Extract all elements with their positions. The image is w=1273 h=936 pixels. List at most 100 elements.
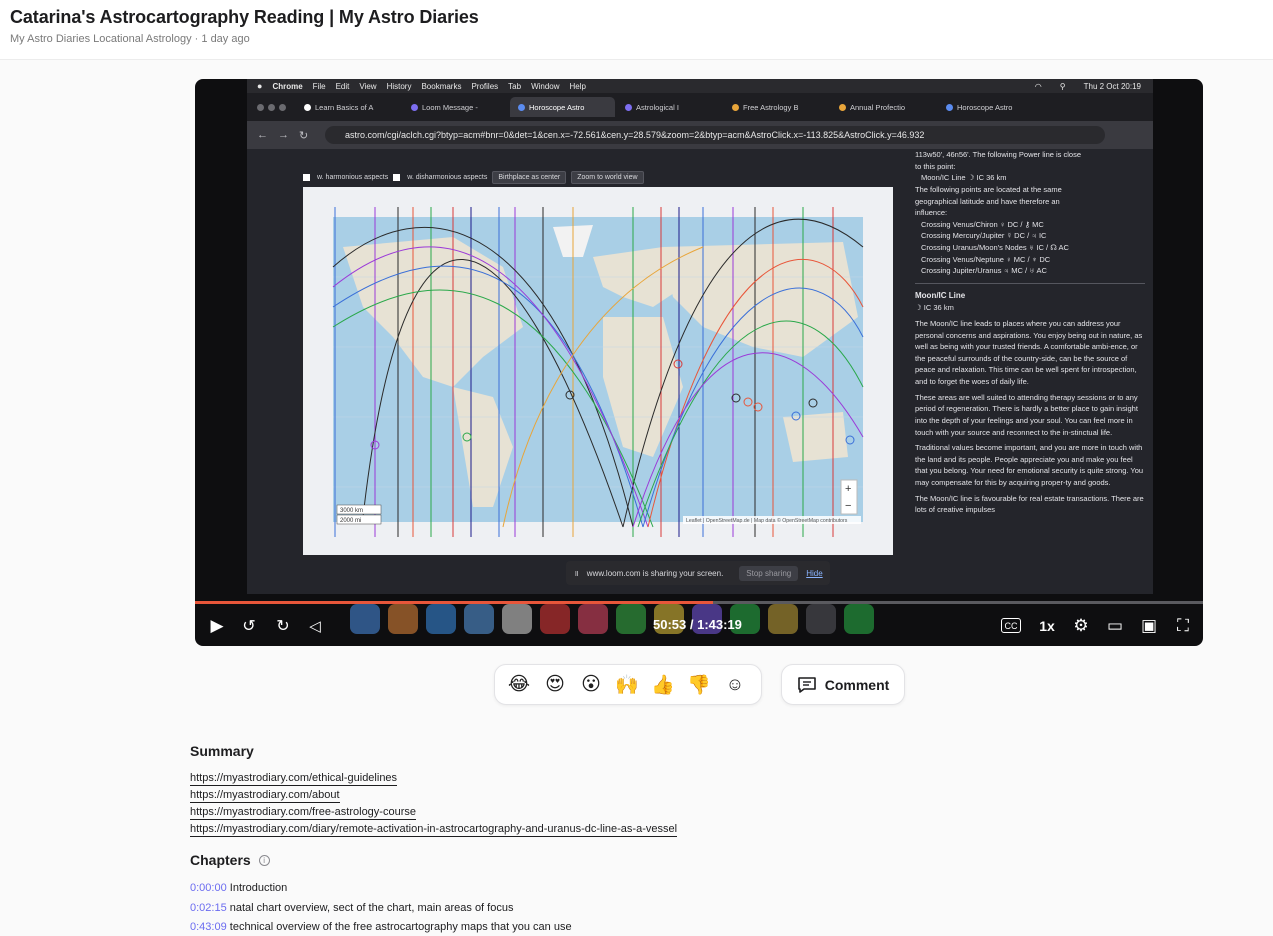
info-icon[interactable]: i — [258, 854, 270, 866]
summary-link[interactable]: https://myastrodiary.com/about — [190, 788, 340, 803]
summary-link[interactable]: https://myastrodiary.com/diary/remote-ac… — [190, 822, 678, 837]
map-scale-km: 3000 km — [340, 508, 363, 514]
browser-tab-strip: Learn Basics of A Loom Message - Horosco… — [247, 93, 1153, 121]
menu-profiles: Profiles — [471, 81, 499, 91]
add-reaction-icon[interactable]: ☺ — [723, 674, 747, 695]
birthplace-center-button: Birthplace as center — [492, 171, 567, 184]
screen-share-bar: ॥ www.loom.com is sharing your screen. S… — [566, 561, 830, 585]
browser-tab: Loom Message - — [403, 97, 508, 117]
settings-icon[interactable]: ⚙ — [1069, 614, 1093, 638]
fullscreen-icon[interactable]: ⛶ — [1171, 614, 1195, 638]
svg-text:−: − — [845, 500, 851, 512]
captions-icon[interactable]: CC — [1001, 618, 1021, 633]
comment-icon — [797, 676, 816, 693]
menubar-status: ◠ ⚲ Thu 2 Oct 20:19 — [1025, 82, 1141, 91]
menu-chrome: Chrome — [272, 81, 303, 91]
crossing-item: Crossing Mercury/Jupiter ☿ DC / ♃ IC — [921, 231, 1047, 241]
panel-paragraph: The Moon/IC line is favourable for real … — [915, 493, 1144, 515]
map-attribution: Leaflet | OpenStreetMap.de | Map data © … — [686, 517, 848, 524]
theater-mode-icon[interactable]: ▭ — [1103, 614, 1127, 638]
chapter-item: 0:43:09 technical overview of the free a… — [190, 918, 572, 936]
picture-in-picture-icon[interactable]: ▣ — [1137, 614, 1161, 638]
crossing-item: Crossing Uranus/Moon's Nodes ♅ IC / ☊ AC — [921, 243, 1069, 252]
player-controls: ▶ ↺ ↻ ◁ 50:53 / 1:43:19 CC 1x ⚙ ▭ ▣ ⛶ — [195, 607, 1203, 646]
disharmonious-label: w. disharmonious aspects — [407, 174, 488, 181]
comment-label: Comment — [824, 676, 890, 693]
menu-edit: Edit — [335, 81, 350, 91]
menu-tab: Tab — [508, 81, 522, 91]
menu-window: Window — [531, 81, 560, 91]
play-icon[interactable]: ▶ — [205, 614, 229, 638]
reaction-thumbs-down[interactable]: 👎 — [687, 673, 711, 697]
volume-icon[interactable]: ◁ — [303, 614, 327, 638]
progress-fill — [195, 601, 714, 604]
harmonious-checkbox — [303, 174, 310, 181]
map-scale-mi: 2000 mi — [340, 518, 361, 524]
stop-sharing-button: Stop sharing — [739, 565, 799, 581]
url-text: astro.com/cgi/aclch.cgi?btyp=acm#bnr=0&d… — [325, 126, 1105, 144]
mac-menubar: ● Chrome File Edit View History Bookmark… — [247, 79, 1153, 93]
summary-link[interactable]: https://myastrodiary.com/ethical-guideli… — [190, 771, 398, 786]
crossing-item: Crossing Jupiter/Uranus ♃ MC / ♅ AC — [921, 266, 1047, 276]
reaction-thumbs-up[interactable]: 👍 — [651, 673, 675, 697]
chapters-list: 0:00:00 Introduction 0:02:15 natal chart… — [190, 879, 572, 936]
chapter-timestamp[interactable]: 0:00:00 — [190, 882, 227, 894]
browser-tab: Free Astrology B — [724, 97, 829, 117]
menu-help: Help — [569, 81, 586, 91]
apple-icon: ● — [257, 81, 263, 91]
progress-bar[interactable] — [195, 601, 1203, 604]
reload-icon: ↻ — [299, 129, 309, 142]
window-controls — [257, 103, 286, 111]
reaction-celebrate[interactable]: 🙌 — [615, 673, 639, 697]
chapter-item: 0:02:15 natal chart overview, sect of th… — [190, 899, 572, 919]
browser-tab: Horoscope Astro — [938, 97, 1043, 117]
chapters-heading-label: Chapters — [190, 852, 251, 868]
crossing-item: Crossing Venus/Chiron ♀ DC / ⚷ MC — [921, 219, 1044, 229]
video-title: Catarina's Astrocartography Reading | My… — [10, 7, 479, 27]
menu-file: File — [312, 81, 326, 91]
rewind-5-icon[interactable]: ↺ — [237, 614, 261, 638]
summary-link[interactable]: https://myastrodiary.com/free-astrology-… — [190, 805, 416, 820]
panel-paragraph: The Moon/IC line leads to places where y… — [915, 318, 1143, 387]
browser-tab: Learn Basics of A — [296, 97, 401, 117]
forward-icon: → — [278, 129, 289, 141]
video-player[interactable]: ● Chrome File Edit View History Bookmark… — [195, 79, 1203, 646]
panel-intro-line: The following points are located at the … — [915, 184, 1062, 194]
summary-links: https://myastrodiary.com/ethical-guideli… — [190, 770, 678, 838]
browser-tab: Annual Profectio — [831, 97, 936, 117]
reaction-bar: 😂 😍 😮 🙌 👍 👎 ☺ — [494, 664, 762, 705]
panel-intro-line: geographical latitude and have therefore… — [915, 196, 1060, 206]
menu-view: View — [359, 81, 377, 91]
panel-subheading: ☽ IC 36 km — [915, 303, 954, 313]
menubar-clock: Thu 2 Oct 20:19 — [1083, 81, 1141, 91]
crossing-item: Crossing Venus/Neptune ♀ MC / ♆ DC — [921, 254, 1051, 264]
comment-button[interactable]: Comment — [781, 664, 905, 705]
page-header: Catarina's Astrocartography Reading | My… — [0, 0, 1273, 60]
chapters-heading: Chapters i — [190, 852, 270, 868]
reaction-laugh[interactable]: 😂 — [507, 673, 531, 696]
chapter-timestamp[interactable]: 0:02:15 — [190, 902, 227, 914]
svg-text:+: + — [845, 483, 851, 495]
chapter-title: technical overview of the free astrocart… — [229, 921, 572, 933]
reaction-love[interactable]: 😍 — [543, 673, 567, 696]
chapter-timestamp[interactable]: 0:43:09 — [190, 921, 227, 933]
astro-site-content: w. harmonious aspects w. disharmonious a… — [247, 149, 1153, 594]
playback-speed-button[interactable]: 1x — [1035, 614, 1059, 638]
astrocartography-map: 3000 km 2000 mi + − Leaflet | OpenStreet… — [303, 187, 893, 555]
disharmonious-checkbox — [393, 174, 401, 181]
menu-bookmarks: Bookmarks — [421, 81, 462, 91]
channel-name[interactable]: My Astro Diaries Locational Astrology — [10, 33, 192, 45]
panel-paragraph: These areas are well suited to attending… — [915, 392, 1138, 437]
forward-5-icon[interactable]: ↻ — [271, 614, 295, 638]
zoom-world-button: Zoom to world view — [571, 171, 644, 184]
panel-intro-line: to this point: — [915, 161, 956, 171]
wifi-icon: ◠ — [1034, 81, 1042, 91]
time-display: 50:53 / 1:43:19 — [653, 617, 742, 632]
map-controls: w. harmonious aspects w. disharmonious a… — [303, 171, 644, 184]
meta-separator: · — [194, 33, 199, 45]
search-icon: ⚲ — [1059, 81, 1066, 91]
pause-icon: ॥ — [574, 568, 579, 578]
hide-link: Hide — [806, 568, 823, 578]
browser-address-bar: ← → ↻ astro.com/cgi/aclch.cgi?btyp=acm#b… — [247, 121, 1153, 149]
reaction-wow[interactable]: 😮 — [579, 673, 603, 696]
